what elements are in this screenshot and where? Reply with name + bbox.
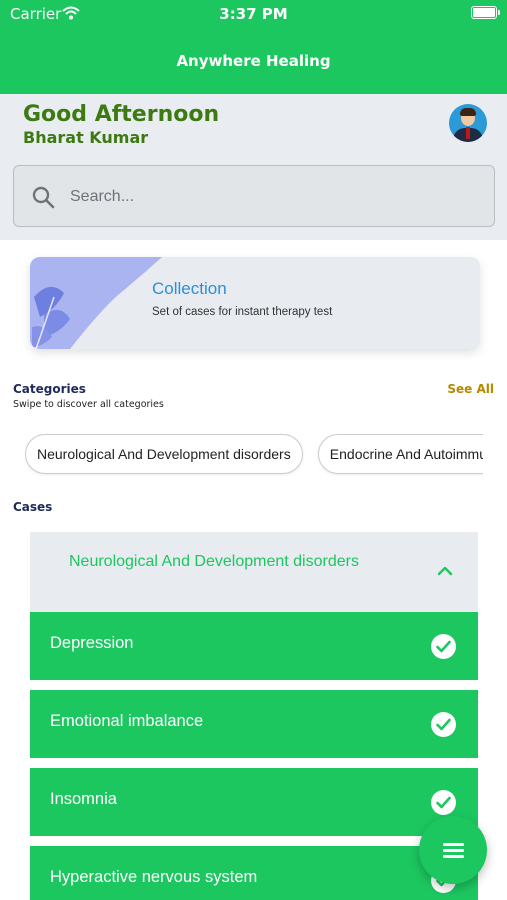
avatar[interactable]	[449, 104, 487, 142]
case-label: Depression	[50, 634, 134, 652]
categories-title: Categories	[13, 382, 86, 396]
case-label: Hyperactive nervous system	[50, 868, 258, 886]
check-circle-icon[interactable]	[431, 790, 456, 815]
case-group-title: Neurological And Development disorders	[69, 553, 359, 570]
menu-icon-bar	[443, 849, 464, 852]
greeting-text: Good Afternoon	[23, 102, 220, 127]
search-icon	[32, 186, 55, 209]
status-time: 3:37 PM	[219, 5, 288, 23]
case-row[interactable]: Emotional imbalance	[30, 690, 478, 758]
leaf-illustration-icon	[30, 257, 162, 349]
case-label: Emotional imbalance	[50, 712, 204, 730]
collection-title: Collection	[152, 279, 227, 298]
collection-card[interactable]: Collection Set of cases for instant ther…	[30, 257, 480, 349]
battery-icon	[471, 6, 500, 19]
app-header: Carrier 3:37 PM Anywhere Healing	[0, 0, 507, 94]
status-bar: Carrier 3:37 PM	[0, 0, 507, 28]
cases-title: Cases	[13, 500, 53, 514]
category-chip[interactable]: Endocrine And Autoimmune disorders	[317, 434, 483, 474]
category-chips[interactable]: Neurological And Development disorders E…	[25, 434, 483, 476]
see-all-link[interactable]: See All	[447, 382, 494, 396]
menu-fab-button[interactable]	[419, 816, 487, 884]
greeting-section: Good Afternoon Bharat Kumar	[0, 94, 507, 240]
collection-subtitle: Set of cases for instant therapy test	[152, 306, 333, 318]
app-title: Anywhere Healing	[176, 52, 331, 70]
search-box[interactable]	[13, 165, 495, 227]
check-circle-icon[interactable]	[431, 712, 456, 737]
avatar-tie	[466, 127, 470, 139]
case-label: Insomnia	[50, 790, 117, 808]
chevron-up-icon[interactable]	[436, 562, 454, 580]
case-row[interactable]: Hyperactive nervous system	[30, 846, 478, 900]
user-name: Bharat Kumar	[23, 128, 149, 147]
case-row[interactable]: Insomnia	[30, 768, 478, 836]
check-circle-icon[interactable]	[431, 634, 456, 659]
categories-subtitle: Swipe to discover all categories	[13, 399, 164, 410]
search-input[interactable]	[70, 180, 470, 214]
avatar-hair	[460, 108, 476, 116]
menu-icon-bar	[443, 855, 464, 858]
category-chip[interactable]: Neurological And Development disorders	[25, 434, 303, 474]
menu-icon-bar	[443, 843, 464, 846]
case-row[interactable]: Depression	[30, 612, 478, 680]
case-group-header[interactable]: Neurological And Development disorders	[30, 532, 478, 612]
